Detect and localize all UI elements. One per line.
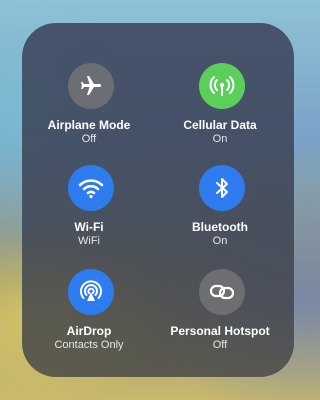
wifi-icon bbox=[78, 177, 104, 199]
airplane-mode-tile: Airplane Mode Off bbox=[24, 63, 154, 163]
cellular-data-label: Cellular Data bbox=[183, 118, 257, 132]
wifi-status: WiFi bbox=[78, 235, 100, 247]
airdrop-tile: AirDrop Contacts Only bbox=[24, 269, 154, 369]
airplane-mode-button[interactable] bbox=[68, 63, 114, 109]
bluetooth-tile: Bluetooth On bbox=[155, 165, 285, 265]
personal-hotspot-status: Off bbox=[212, 339, 228, 351]
airdrop-button[interactable] bbox=[68, 269, 114, 315]
wifi-tile: Wi-Fi WiFi bbox=[24, 165, 154, 265]
cellular-data-status: On bbox=[212, 133, 228, 145]
airplane-icon bbox=[79, 74, 103, 98]
cellular-data-tile: Cellular Data On bbox=[155, 63, 285, 163]
antenna-icon bbox=[209, 73, 235, 99]
airdrop-status: Contacts Only bbox=[54, 339, 124, 351]
personal-hotspot-label: Personal Hotspot bbox=[170, 324, 270, 338]
cellular-data-button[interactable] bbox=[199, 63, 245, 109]
airplane-mode-status: Off bbox=[81, 133, 97, 145]
bluetooth-label: Bluetooth bbox=[192, 220, 248, 234]
personal-hotspot-tile: Personal Hotspot Off bbox=[155, 269, 285, 369]
airdrop-icon bbox=[78, 279, 104, 305]
airplane-mode-label: Airplane Mode bbox=[47, 118, 131, 132]
connectivity-panel: Airplane Mode Off Cellular Data On Wi-Fi… bbox=[22, 23, 294, 377]
bluetooth-button[interactable] bbox=[199, 165, 245, 211]
airdrop-label: AirDrop bbox=[66, 324, 112, 338]
bluetooth-icon bbox=[213, 176, 231, 200]
wifi-label: Wi-Fi bbox=[74, 220, 104, 234]
hotspot-chain-icon bbox=[209, 282, 235, 302]
personal-hotspot-button[interactable] bbox=[199, 269, 245, 315]
bluetooth-status: On bbox=[212, 235, 228, 247]
wifi-button[interactable] bbox=[68, 165, 114, 211]
